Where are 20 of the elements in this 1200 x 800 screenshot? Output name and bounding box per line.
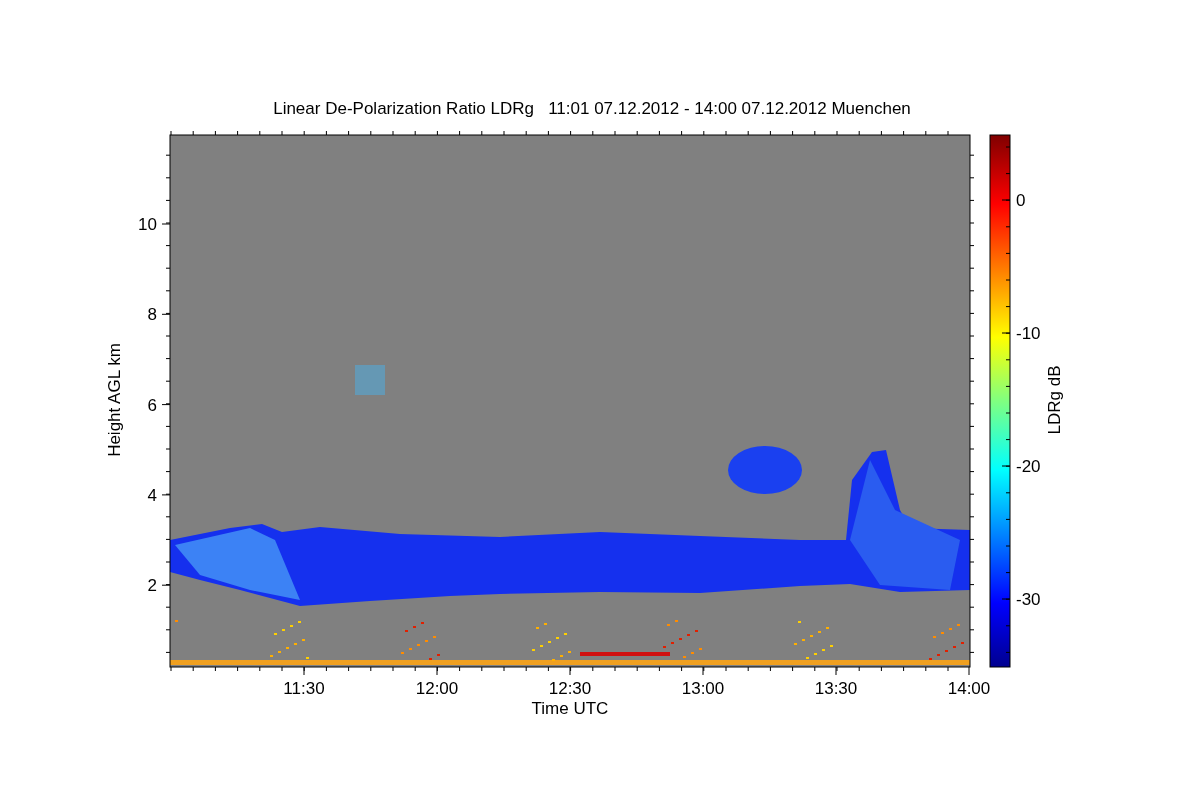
chart-title: Linear De-Polarization Ratio LDRg 11:01 07.12.2012 - 14:00 07.12.2012 Muenchen	[273, 99, 911, 118]
y-tick-label: 6	[147, 395, 157, 415]
x-tick-label: 12:00	[415, 679, 459, 698]
y-tick-label: 10	[138, 215, 157, 234]
colorbar-tick-label: 0	[1016, 191, 1026, 210]
colorbar-label: LDRg dB	[1045, 365, 1064, 435]
x-tick-label: 13:30	[814, 679, 858, 698]
colorbar-tick-label: -30	[1016, 590, 1041, 609]
x-tick-label: 13:00	[681, 679, 725, 698]
y-axis-label: Height AGL km	[105, 343, 124, 457]
x-tick-label: 11:30	[283, 679, 325, 698]
colorbar-tick-label: -20	[1016, 457, 1041, 476]
x-axis-label: Time UTC	[531, 699, 609, 718]
x-tick-label: 12:30	[548, 679, 592, 698]
scatter-patch	[355, 365, 385, 395]
y-tick-label: 4	[147, 485, 157, 505]
colorbar-tick-label: -10	[1016, 324, 1041, 343]
y-tick-label: 8	[147, 305, 157, 325]
y-tick-label: 2	[147, 576, 157, 596]
x-tick-label: 14:00	[947, 679, 991, 698]
